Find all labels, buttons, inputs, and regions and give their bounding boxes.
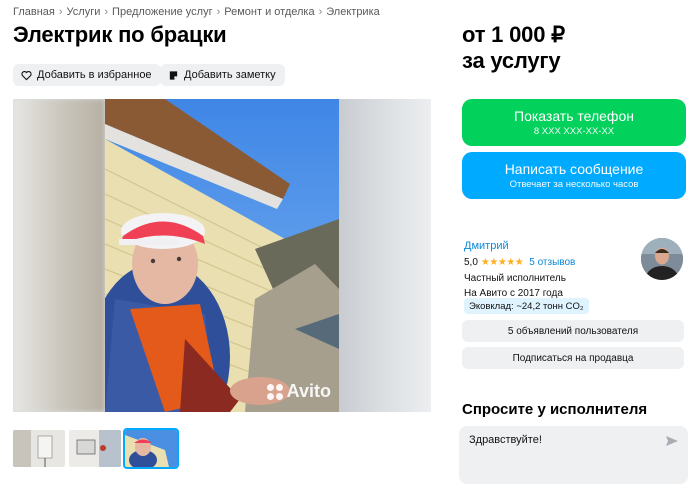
show-phone-button[interactable]: Показать телефон 8 XXX XXX-XX-XX [462,99,686,146]
page-title: Электрик по брацки [13,22,227,47]
subscribe-seller-button[interactable]: Подписаться на продавца [462,347,684,369]
breadcrumb-separator: › [104,6,109,18]
seller-avatar[interactable] [641,238,683,280]
add-note-label: Добавить заметку [184,69,276,81]
star-icon: ★★★★★ [480,257,524,268]
seller-rating: 5,0 ★★★★★ 5 отзывов [464,257,575,268]
add-to-favorites-button[interactable]: Добавить в избранное [13,64,161,86]
note-icon [169,70,178,80]
breadcrumb-separator: › [58,6,63,18]
price: от 1 000 ₽ за услугу [462,22,565,74]
photo-gallery[interactable]: Avito [13,99,431,412]
write-message-label: Написать сообщение [504,161,644,177]
add-note-button[interactable]: Добавить заметку [160,64,285,86]
breadcrumb-electrics[interactable]: Электрика [326,6,380,18]
add-to-favorites-label: Добавить в избранное [37,69,152,81]
thumbnail-1-image [13,430,65,467]
breadcrumb-services[interactable]: Услуги [67,6,101,18]
seller-info: Дмитрий 5,0 ★★★★★ 5 отзывов Частный испо… [464,240,575,299]
heart-icon [21,70,32,80]
eco-contribution-badge[interactable]: Эковклад: ~24,2 тонн CO₂ [464,298,589,314]
show-phone-label: Показать телефон [514,108,634,124]
breadcrumb-separator: › [318,6,323,18]
main-photo[interactable]: Avito [105,99,339,412]
gallery-blur-left [13,99,105,412]
breadcrumb-repair[interactable]: Ремонт и отделка [224,6,314,18]
main-photo-image [105,99,339,412]
watermark-text: Avito [286,381,331,401]
thumbnail-1[interactable] [13,430,65,467]
price-unit: за услугу [462,48,561,73]
breadcrumb-service-offers[interactable]: Предложение услуг [112,6,213,18]
gallery-blur-right [339,99,431,412]
send-icon[interactable] [665,434,679,448]
message-input[interactable]: Здравствуйте! [469,434,678,476]
breadcrumb-separator: › [216,6,221,18]
thumbnail-2[interactable] [69,430,121,467]
ask-seller-heading: Спросите у исполнителя [462,401,648,418]
rating-value: 5,0 [464,257,478,268]
breadcrumb: Главная › Услуги › Предложение услуг › Ремо… [13,6,380,18]
avatar-image [641,238,683,280]
response-time-note: Отвечает за несколько часов [509,179,639,190]
seller-name-link[interactable]: Дмитрий [464,240,575,252]
masked-phone-number: 8 XXX XXX-XX-XX [533,126,615,137]
thumbnail-3-image [125,430,177,467]
thumbnail-strip [13,428,179,469]
seller-type: Частный исполнитель [464,273,566,284]
avito-watermark: Avito [266,381,331,402]
user-ads-button[interactable]: 5 объявлений пользователя [462,320,684,342]
message-box: Здравствуйте! [459,426,688,484]
thumbnail-3[interactable] [123,428,179,469]
price-amount: от 1 000 ₽ [462,22,565,47]
reviews-link[interactable]: 5 отзывов [529,257,575,268]
thumbnail-2-image [69,430,121,467]
write-message-button[interactable]: Написать сообщение Отвечает за несколько… [462,152,686,199]
avito-logo-icon [266,383,283,400]
breadcrumb-home[interactable]: Главная [13,6,55,18]
